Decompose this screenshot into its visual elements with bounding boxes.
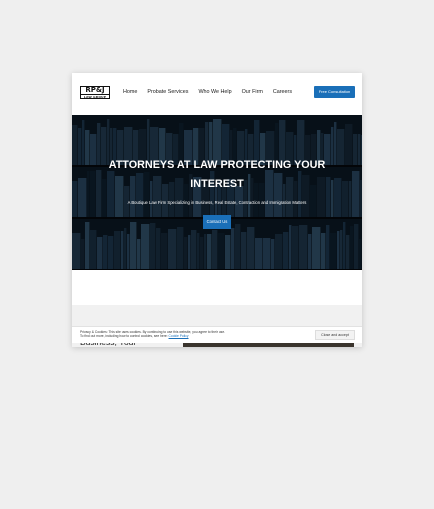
logo-main: RP&J bbox=[85, 86, 105, 94]
logo-sub: LAW GROUP bbox=[81, 94, 109, 99]
hero-section: ATTORNEYS AT LAW PROTECTING YOUR INTERES… bbox=[72, 115, 362, 270]
nav-our-firm[interactable]: Our Firm bbox=[242, 89, 263, 95]
free-consultation-button[interactable]: Free Consultation bbox=[314, 86, 355, 98]
cookie-banner: Privacy & Cookies: This site uses cookie… bbox=[72, 326, 362, 343]
contact-us-button[interactable]: Contact Us bbox=[203, 215, 231, 229]
logo[interactable]: RP&J LAW GROUP bbox=[80, 86, 110, 99]
site-header: RP&J LAW GROUP Home Probate Services Who… bbox=[72, 73, 362, 115]
nav-who-we-help[interactable]: Who We Help bbox=[198, 89, 231, 95]
cookie-policy-link[interactable]: Cookie Policy bbox=[169, 334, 189, 338]
nav-home[interactable]: Home bbox=[123, 89, 137, 95]
nav-probate-services[interactable]: Probate Services bbox=[147, 89, 188, 95]
close-and-accept-button[interactable]: Close and accept bbox=[315, 330, 355, 340]
main-nav: Home Probate Services Who We Help Our Fi… bbox=[123, 89, 302, 95]
cookie-line-2: To find out more, including how to contr… bbox=[80, 334, 168, 339]
hero-subtitle: A Boutique Law Firm Specializing in Busi… bbox=[127, 200, 307, 205]
nav-careers[interactable]: Careers bbox=[273, 89, 292, 95]
cookie-message: Privacy & Cookies: This site uses cookie… bbox=[80, 330, 280, 338]
hero-title: ATTORNEYS AT LAW PROTECTING YOUR INTERES… bbox=[108, 159, 326, 190]
website-page: RP&J LAW GROUP Home Probate Services Who… bbox=[72, 73, 362, 347]
